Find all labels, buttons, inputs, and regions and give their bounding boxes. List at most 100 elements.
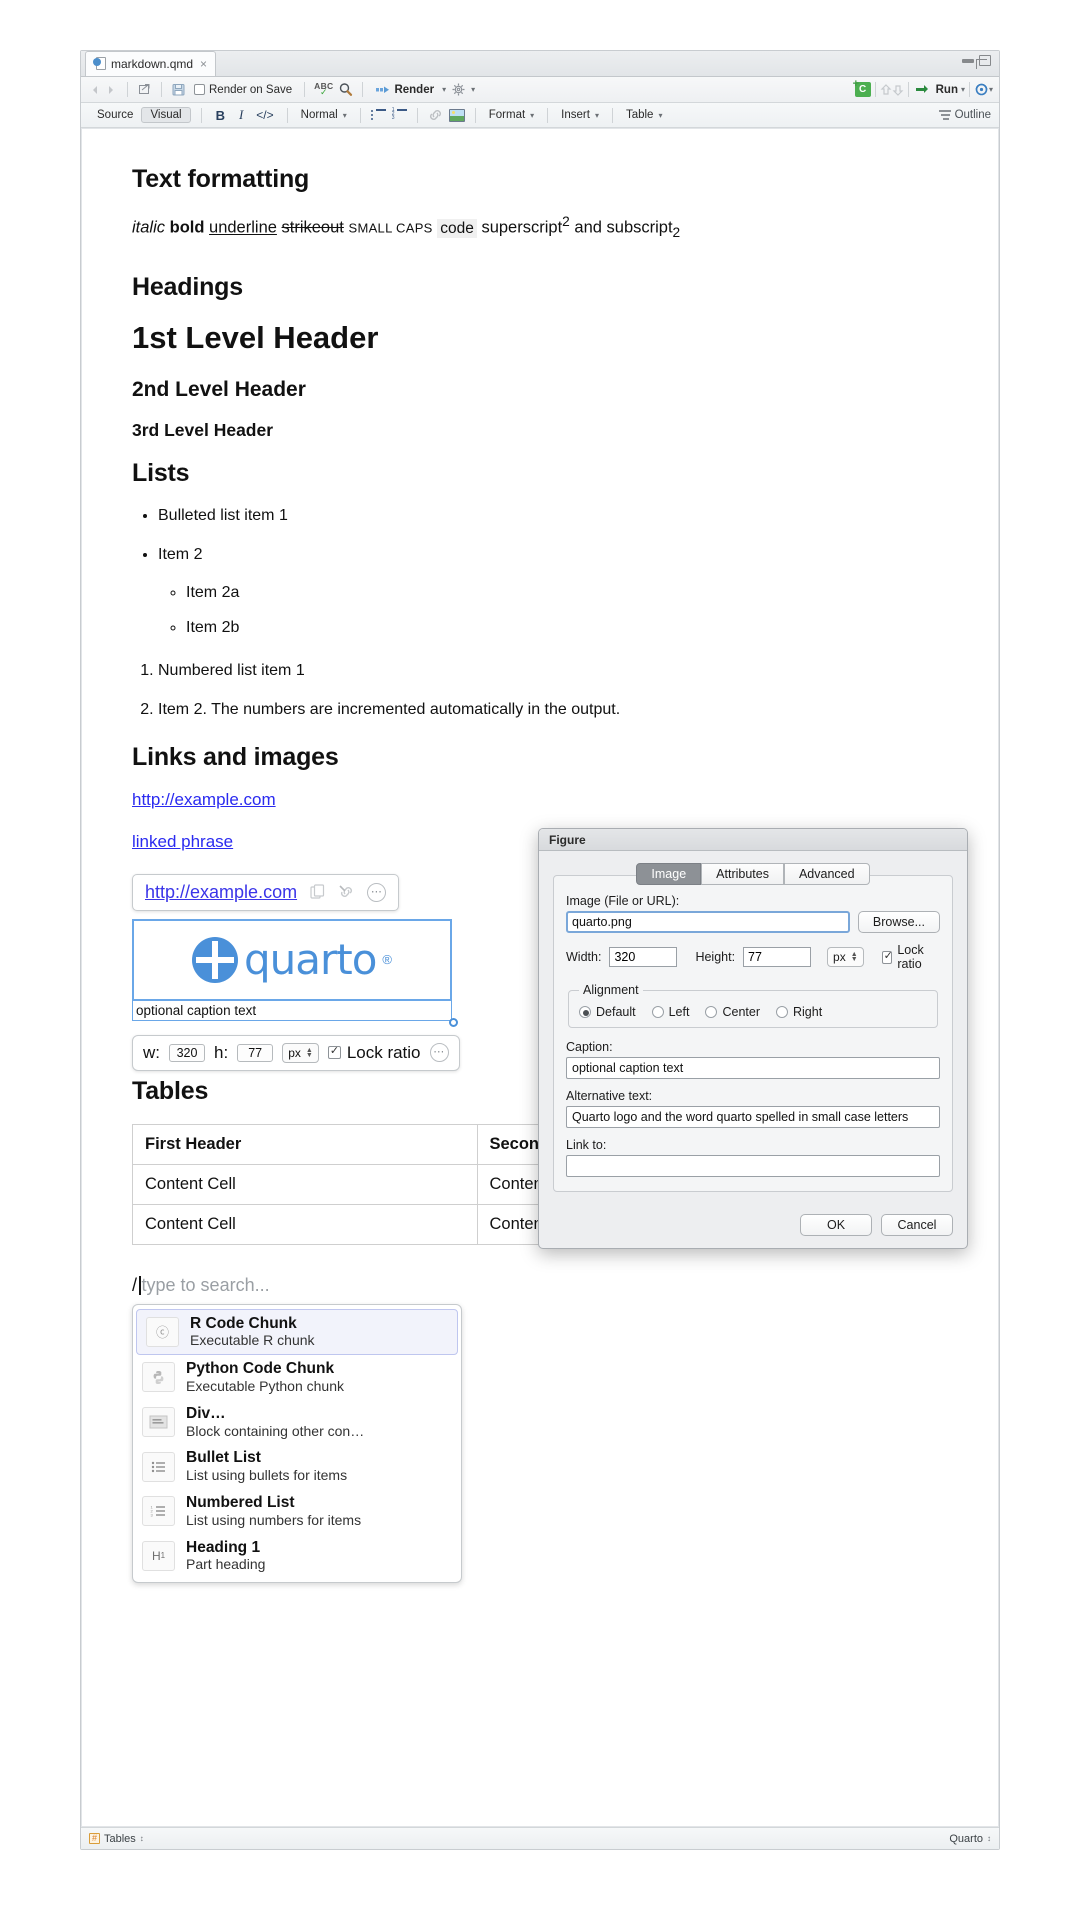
outline-button[interactable]: Outline (938, 109, 991, 121)
remove-link-icon[interactable] (338, 884, 355, 901)
lock-ratio-checkbox[interactable]: Lock ratio (881, 943, 940, 971)
slash-item-heading-1[interactable]: H1 Heading 1 Part heading (133, 1534, 461, 1579)
slash-item-text: Python Code Chunk Executable Python chun… (186, 1360, 344, 1395)
slash-autocomplete-popup[interactable]: ⓒ R Code Chunk Executable R chunk Python… (132, 1303, 462, 1584)
width-label: Width: (566, 950, 602, 964)
slash-item-r-code-chunk[interactable]: ⓒ R Code Chunk Executable R chunk (136, 1308, 458, 1356)
block-style-dropdown[interactable]: Normal ▾ (298, 109, 350, 121)
selected-figure[interactable]: quarto ® optional caption text (132, 918, 458, 1027)
format-menu[interactable]: Format ▾ (486, 109, 537, 121)
tab-image[interactable]: Image (636, 863, 702, 885)
document-tab-markdown-qmd[interactable]: markdown.qmd × (85, 51, 217, 76)
unit-select[interactable]: px ▲ ▼ (827, 947, 864, 967)
render-on-save-checkbox[interactable]: Render on Save (191, 83, 295, 97)
next-chunk-icon[interactable] (892, 83, 904, 97)
tab-advanced[interactable]: Advanced (783, 863, 870, 885)
figure-image[interactable]: quarto ® (132, 918, 452, 1001)
new-chunk-icon[interactable]: C (853, 77, 871, 97)
spellcheck-icon[interactable]: ABC ✓ (314, 82, 333, 98)
visual-editor-toolbar: Source Visual B I </> Normal ▾ 123 Forma… (81, 103, 999, 128)
alignment-option-center[interactable]: Center (705, 1005, 760, 1019)
ok-button[interactable]: OK (800, 1214, 872, 1236)
document-type-stepper-icon[interactable]: ↕ (987, 1834, 991, 1843)
link-more-options-icon[interactable]: ⋯ (367, 882, 387, 902)
link-hover-popup[interactable]: http://example.com ⋯ (132, 873, 400, 911)
text-cursor (139, 1275, 141, 1295)
figure-dialog[interactable]: Figure Image Attributes Advanced Image (… (538, 828, 968, 1249)
alt-text-input[interactable] (566, 1106, 940, 1128)
section-stepper-icon[interactable]: ↕ (140, 1834, 144, 1843)
image-lock-ratio-checkbox[interactable]: Lock ratio (327, 1043, 421, 1063)
italic-button[interactable]: I (235, 107, 247, 123)
stepper-icon: ▲ ▼ (850, 951, 858, 963)
slash-item-div[interactable]: Div… Block containing other con… (133, 1400, 461, 1445)
image-unit-select[interactable]: px ▲ ▼ (282, 1042, 319, 1063)
image-width-input[interactable]: 320 (169, 1043, 205, 1062)
toolbar-divider (359, 107, 361, 123)
tab-visual[interactable]: Visual (141, 107, 191, 123)
document-tab-strip: markdown.qmd × (81, 51, 999, 77)
status-current-section[interactable]: Tables (104, 1833, 136, 1845)
link-example-url[interactable]: http://example.com (132, 790, 276, 809)
link-popup-url[interactable]: http://example.com (145, 882, 297, 903)
minimize-pane-icon[interactable] (962, 58, 974, 63)
insert-menu[interactable]: Insert ▾ (558, 109, 602, 121)
link-to-input[interactable] (566, 1155, 940, 1177)
save-icon[interactable] (171, 82, 186, 97)
table-cell[interactable]: Content Cell (132, 1163, 478, 1205)
render-dropdown-caret[interactable]: ▾ (442, 85, 446, 94)
inline-code-button[interactable]: </> (253, 108, 276, 122)
gear-dropdown-caret[interactable]: ▾ (471, 85, 475, 94)
run-dropdown-caret[interactable]: ▾ (961, 85, 965, 94)
resize-handle[interactable] (449, 1017, 458, 1027)
slash-command-line[interactable]: / type to search... (132, 1275, 938, 1296)
heading-level-3: 3rd Level Header (132, 419, 274, 440)
render-button[interactable]: Render (372, 81, 437, 98)
run-button[interactable]: Run (913, 83, 961, 97)
maximize-pane-icon[interactable] (976, 55, 991, 69)
status-document-type[interactable]: Quarto (949, 1833, 983, 1845)
copy-icon[interactable] (309, 883, 326, 901)
source-dropdown-caret[interactable]: ▾ (989, 85, 993, 94)
heading-text-formatting: Text formatting (132, 165, 310, 193)
width-input[interactable] (609, 947, 678, 967)
block-style-label: Normal (300, 109, 338, 121)
slash-item-title: Div… (186, 1404, 226, 1422)
figure-caption[interactable]: optional caption text (132, 1000, 452, 1021)
table-cell[interactable]: Content Cell (132, 1203, 478, 1245)
alignment-option-default[interactable]: Default (579, 1005, 636, 1019)
gear-icon[interactable] (451, 82, 466, 97)
search-icon[interactable] (338, 82, 353, 97)
slash-item-bullet-list[interactable]: Bullet List List using bullets for items (133, 1444, 461, 1489)
numbered-list-icon[interactable]: 123 (392, 108, 407, 121)
back-icon[interactable] (87, 83, 100, 96)
render-on-save-checkbox-box (194, 84, 205, 95)
source-gear-icon[interactable] (974, 82, 989, 97)
alignment-option-left[interactable]: Left (651, 1005, 689, 1019)
slash-item-numbered-list[interactable]: 123 Numbered List List using numbers for… (133, 1489, 461, 1534)
alignment-option-right[interactable]: Right (776, 1005, 822, 1019)
caption-input[interactable] (566, 1057, 940, 1079)
bold-button[interactable]: B (212, 108, 229, 123)
insert-link-icon[interactable] (428, 108, 443, 122)
browse-button[interactable]: Browse... (857, 911, 940, 933)
tab-source[interactable]: Source (89, 107, 141, 123)
image-more-options-icon[interactable]: ⋯ (429, 1043, 449, 1063)
link-linked-phrase[interactable]: linked phrase (132, 832, 233, 851)
radio-left (651, 1006, 664, 1018)
insert-image-icon[interactable] (448, 108, 465, 122)
forward-icon[interactable] (105, 83, 118, 96)
close-tab-icon[interactable]: × (200, 57, 207, 71)
tab-attributes[interactable]: Attributes (701, 863, 784, 885)
height-input[interactable] (743, 947, 812, 967)
image-file-or-url-input[interactable] (566, 911, 850, 933)
show-in-new-window-icon[interactable] (137, 82, 152, 97)
bullet-list-icon[interactable] (370, 109, 386, 121)
previous-chunk-icon[interactable] (880, 83, 892, 97)
toolbar-divider (304, 82, 306, 97)
image-height-input[interactable]: 77 (237, 1043, 274, 1062)
image-format-popup[interactable]: w: 320 h: 77 px ▲▼ Lock ratio ⋯ (132, 1034, 460, 1071)
cancel-button[interactable]: Cancel (881, 1214, 953, 1236)
slash-item-python-code-chunk[interactable]: Python Code Chunk Executable Python chun… (133, 1355, 461, 1400)
table-menu[interactable]: Table ▾ (623, 109, 666, 121)
